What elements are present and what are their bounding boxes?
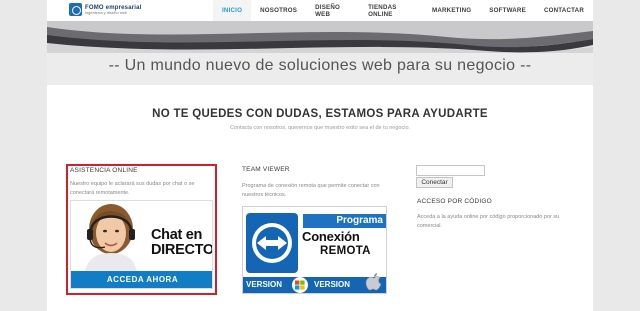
page: FOMO empresarial ingeniería y diseño web… <box>47 0 593 311</box>
acceso-codigo-title: ACCESO POR CÓDIGO <box>417 198 492 205</box>
windows-version-label[interactable]: VERSION <box>246 280 282 289</box>
apple-icon <box>365 273 382 291</box>
hero-slogan: -- Un mundo nuevo de soluciones web para… <box>108 57 532 74</box>
top-navigation: FOMO empresarial ingeniería y diseño web… <box>47 0 593 21</box>
chat-en-directo-banner[interactable]: Chat en DIRECTO ACCEDA AHORA <box>70 200 213 289</box>
team-viewer-text: Programa de conexión remota que permite … <box>242 183 380 198</box>
support-agent-image <box>85 204 137 273</box>
section-heading: NO TE QUEDES CON DUDAS, ESTAMOS PARA AYU… <box>152 108 488 120</box>
conexion-label: Conexión <box>302 229 360 244</box>
section-subheading: Contacta con nosotros, queremos que mues… <box>229 125 411 131</box>
acceda-ahora-button[interactable]: ACCEDA AHORA <box>71 271 212 288</box>
mac-version-label[interactable]: VERSION <box>314 280 350 289</box>
team-viewer-box: TEAM VIEWER Programa de conexión remota … <box>241 166 387 296</box>
nav-item-inicio[interactable]: INICIO <box>213 0 252 21</box>
conectar-button[interactable]: Conectar <box>416 177 453 188</box>
nav-item-nosotros[interactable]: NOSOTROS <box>251 0 306 21</box>
asistencia-text: Nuestro equipo le aclarará sus dudas por… <box>70 181 195 196</box>
site-logo[interactable]: FOMO empresarial ingeniería y diseño web <box>69 2 142 17</box>
hero-banner: -- Un mundo nuevo de soluciones web para… <box>47 21 593 85</box>
nav-item-software[interactable]: SOFTWARE <box>480 0 535 21</box>
logo-icon <box>69 3 82 16</box>
team-viewer-title: TEAM VIEWER <box>242 166 290 173</box>
acceso-codigo-box: Conectar ACCESO POR CÓDIGO Acceda a la a… <box>416 164 576 284</box>
acceso-codigo-text: Acceda a la ayuda online por código prop… <box>417 214 560 229</box>
remota-label: REMOTA <box>320 245 371 257</box>
team-viewer-download-banner[interactable]: Programa Conexión REMOTA VERSION VERSION <box>242 206 387 294</box>
nav-item-tiendas-online[interactable]: TIENDAS ONLINE <box>359 0 423 21</box>
asistencia-title: ASISTENCIA ONLINE <box>70 167 138 174</box>
programa-label: Programa <box>303 214 386 228</box>
chat-banner-title: Chat en DIRECTO <box>151 227 213 258</box>
main-menu: INICIO NOSOTROS DISEÑO WEB TIENDAS ONLIN… <box>213 0 593 21</box>
nav-item-diseno-web[interactable]: DISEÑO WEB <box>306 0 359 21</box>
nav-item-contactar[interactable]: CONTACTAR <box>535 0 593 21</box>
access-code-input[interactable] <box>416 165 485 176</box>
nav-item-marketing[interactable]: MARKETING <box>423 0 480 21</box>
teamviewer-logo-icon <box>246 213 298 273</box>
asistencia-online-box: ASISTENCIA ONLINE Nuestro equipo le acla… <box>66 164 217 295</box>
logo-tagline: ingeniería y diseño web <box>85 9 128 15</box>
windows-icon <box>292 277 308 293</box>
